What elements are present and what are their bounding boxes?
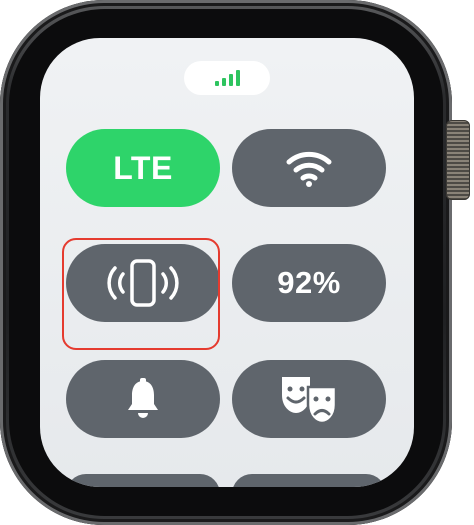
battery-button[interactable]: 92% [232, 244, 386, 322]
cellular-status-pill [184, 61, 270, 95]
theater-masks-icon [282, 377, 338, 425]
partial-tile-left [66, 474, 220, 487]
highlight-box [62, 238, 220, 350]
wifi-icon [286, 151, 332, 187]
lte-label: LTE [113, 149, 173, 186]
partial-tile-right [232, 474, 386, 487]
battery-percentage: 92% [277, 265, 341, 300]
lte-button[interactable]: LTE [66, 129, 220, 207]
silent-mode-button[interactable] [66, 360, 220, 438]
digital-crown[interactable] [446, 120, 470, 200]
wifi-button[interactable] [232, 129, 386, 207]
bell-icon [128, 378, 158, 418]
cellular-signal-icon [214, 70, 240, 86]
theater-mode-button[interactable] [232, 360, 386, 438]
